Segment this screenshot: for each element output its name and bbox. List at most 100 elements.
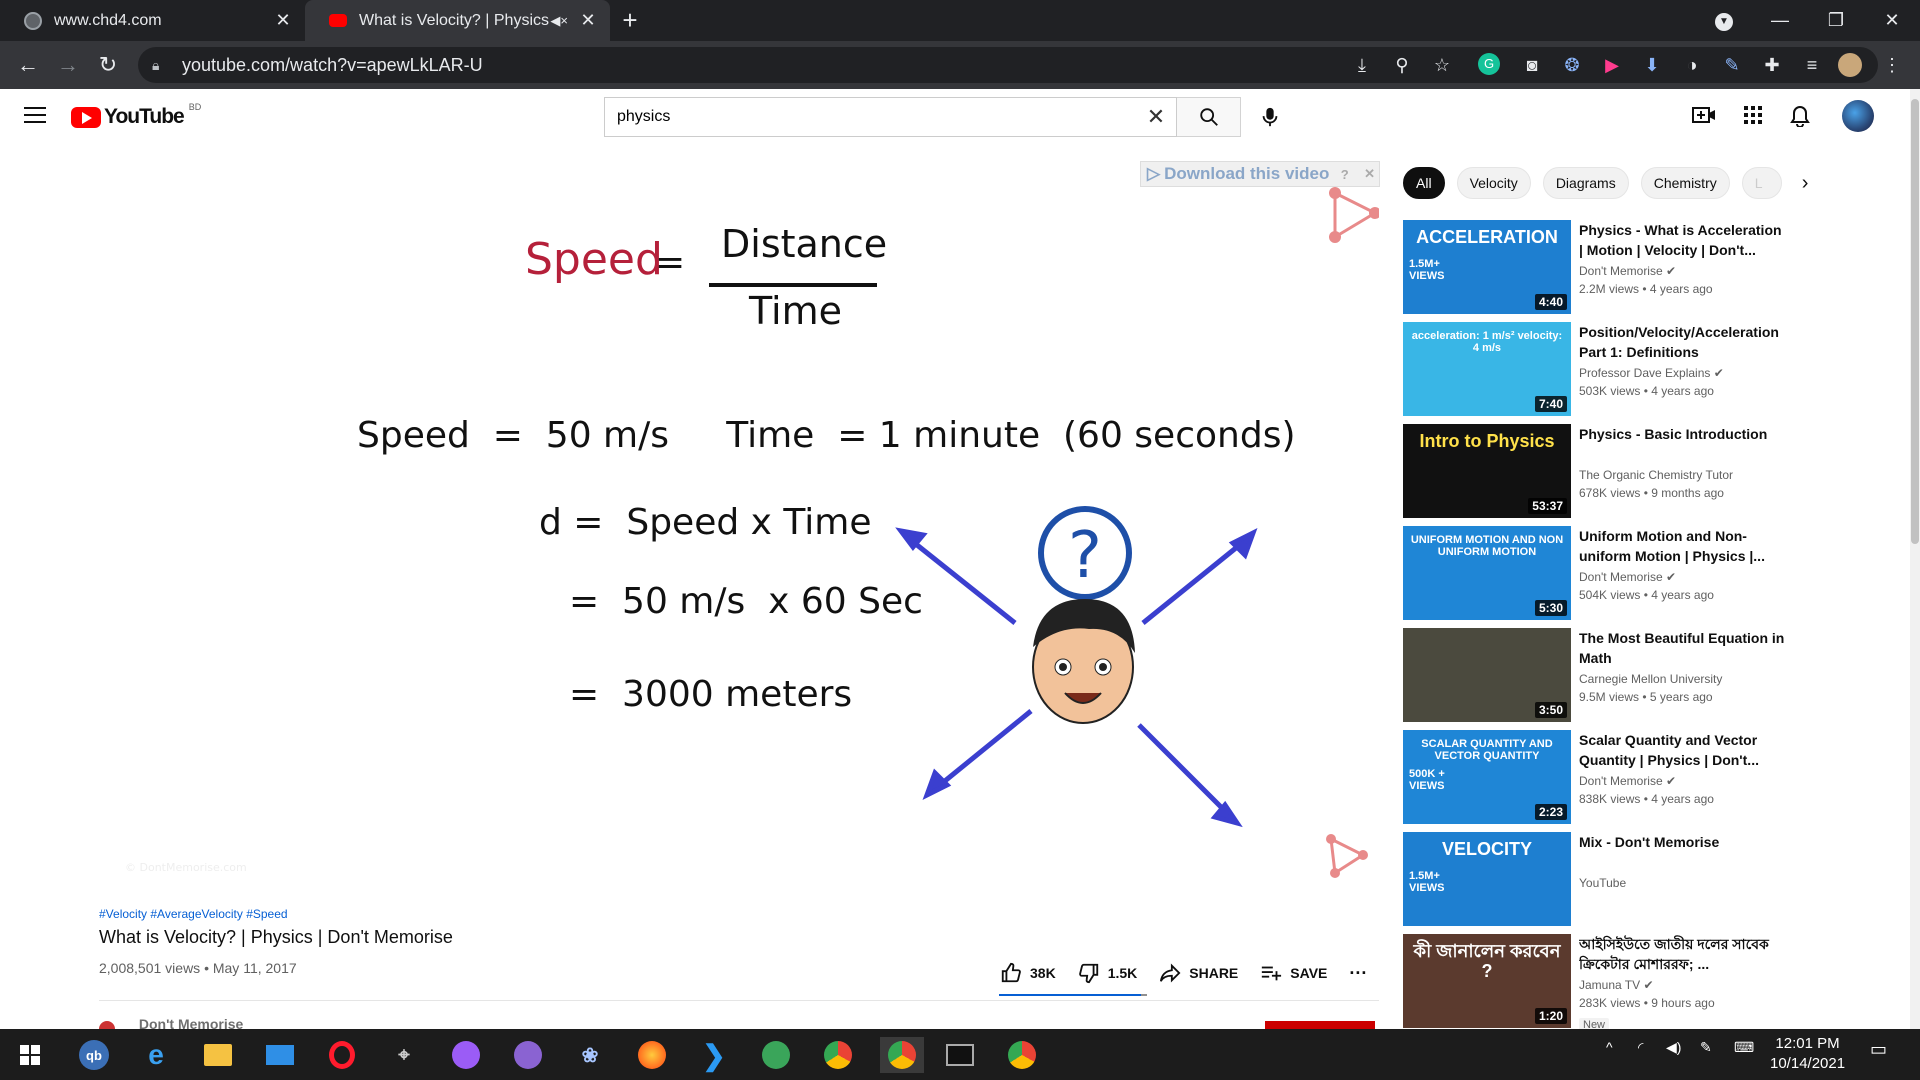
tab-chd4[interactable]: www.chd4.com ✕ xyxy=(0,0,305,41)
video-thumbnail[interactable]: কী জানালেন করবেন ? 1:20 xyxy=(1403,934,1571,1028)
notification-center-icon[interactable]: ▭ xyxy=(1870,1039,1887,1060)
restore-button[interactable]: ❐ xyxy=(1808,10,1864,31)
keyboard-icon[interactable]: ⌨ xyxy=(1734,1039,1754,1056)
chrome-menu-icon[interactable]: ⋮ xyxy=(1878,51,1906,79)
recommendation-item[interactable]: SCALAR QUANTITY AND VECTOR QUANTITY 500K … xyxy=(1403,730,1913,824)
video-player[interactable]: Speed = Distance Time Speed = 50 m/s Tim… xyxy=(99,167,1379,887)
extension-icon[interactable]: ◑ xyxy=(1678,51,1706,79)
chip-all[interactable]: All xyxy=(1403,167,1445,199)
chip-more[interactable]: L xyxy=(1741,167,1782,199)
recommendation-channel[interactable]: Jamuna TV ✔ xyxy=(1579,978,1654,992)
opera-icon[interactable] xyxy=(324,1037,360,1073)
taskbar-clock[interactable]: 12:01 PM 10/14/2021 xyxy=(1770,1034,1845,1074)
bookmark-star-icon[interactable]: ☆ xyxy=(1428,51,1456,79)
chevron-right-icon[interactable]: › xyxy=(1802,172,1809,195)
video-thumbnail[interactable]: ACCELERATION 1.5M+ VIEWS 4:40 xyxy=(1403,220,1571,314)
create-video-icon[interactable] xyxy=(1692,105,1716,131)
media-control-icon[interactable]: ≡ xyxy=(1798,51,1826,79)
satellite-app-icon[interactable]: ⌖ xyxy=(386,1037,422,1073)
apps-grid-icon[interactable] xyxy=(1743,105,1763,131)
channel-avatar[interactable] xyxy=(99,1021,115,1029)
clear-search-icon[interactable]: ✕ xyxy=(1136,104,1176,130)
help-icon[interactable]: ? xyxy=(1337,167,1353,182)
install-app-icon[interactable]: ⤓ xyxy=(1348,51,1376,79)
page-scrollbar[interactable] xyxy=(1910,89,1920,1029)
recommendation-item[interactable]: Intro to Physics 53:37 Physics - Basic Int… xyxy=(1403,424,1913,518)
qbittorrent-icon[interactable]: qb xyxy=(76,1037,112,1073)
pen-icon[interactable]: ✎ xyxy=(1700,1039,1712,1056)
zoom-icon[interactable]: ⚲ xyxy=(1388,51,1416,79)
chrome-icon[interactable] xyxy=(820,1037,856,1073)
start-button[interactable] xyxy=(12,1037,48,1073)
grammarly-extension-icon[interactable]: G xyxy=(1478,53,1500,75)
youtube-logo[interactable]: YouTube BD xyxy=(71,102,201,129)
extension-icon[interactable]: ❂ xyxy=(1558,51,1586,79)
chrome-profile-icon[interactable] xyxy=(880,1037,924,1073)
camera-extension-icon[interactable]: ◙ xyxy=(1518,51,1546,79)
share-button[interactable]: SHARE xyxy=(1159,962,1238,984)
speaker-muted-icon[interactable]: ◀× xyxy=(550,13,568,29)
recommendation-item[interactable]: কী জানালেন করবেন ? 1:20 আইসিইউতে জাতীয় দল… xyxy=(1403,934,1913,1032)
recommendation-title[interactable]: The Most Beautiful Equation in Math xyxy=(1579,628,1789,668)
voice-search-button[interactable] xyxy=(1250,97,1290,137)
mushroom-app-icon[interactable]: ❀ xyxy=(572,1037,608,1073)
chip-velocity[interactable]: Velocity xyxy=(1456,167,1531,199)
recommendation-title[interactable]: Physics - What is Acceleration | Motion … xyxy=(1579,220,1789,260)
like-button[interactable]: 38K xyxy=(1000,962,1056,984)
messenger-icon[interactable] xyxy=(448,1037,484,1073)
edge-icon[interactable]: e xyxy=(138,1037,174,1073)
close-tab-icon[interactable]: ✕ xyxy=(273,10,293,31)
close-tab-icon[interactable]: ✕ xyxy=(578,10,598,31)
video-thumbnail[interactable]: SCALAR QUANTITY AND VECTOR QUANTITY 500K … xyxy=(1403,730,1571,824)
chip-chemistry[interactable]: Chemistry xyxy=(1640,167,1730,199)
recommendation-item[interactable]: acceleration: 1 m/s² velocity: 4 m/s 7:40… xyxy=(1403,322,1913,416)
video-hashtags[interactable]: #Velocity #AverageVelocity #Speed xyxy=(99,907,288,921)
profile-avatar-icon[interactable] xyxy=(1838,53,1862,77)
recommendation-item[interactable]: 3:50 The Most Beautiful Equation in Math C… xyxy=(1403,628,1913,722)
chip-diagrams[interactable]: Diagrams xyxy=(1542,167,1629,199)
close-window-button[interactable]: ✕ xyxy=(1864,10,1920,31)
reload-icon[interactable]: ↻ xyxy=(88,52,128,78)
more-actions-button[interactable]: ··· xyxy=(1349,963,1367,984)
account-avatar[interactable] xyxy=(1842,100,1874,132)
tab-youtube-velocity[interactable]: What is Velocity? | Physics | D ◀× ✕ xyxy=(305,0,610,41)
download-video-banner[interactable]: ▷ Download this video ? ✕ xyxy=(1140,161,1380,187)
video-thumbnail[interactable]: VELOCITY 1.5M+ VIEWS xyxy=(1403,832,1571,926)
recommendation-title[interactable]: Uniform Motion and Non-uniform Motion | … xyxy=(1579,526,1789,566)
github-icon[interactable] xyxy=(510,1037,546,1073)
forward-icon[interactable]: → xyxy=(48,52,88,78)
recommendation-title[interactable]: আইসিইউতে জাতীয় দলের সাবেক ক্রিকেটার মোশ… xyxy=(1579,934,1789,974)
search-button[interactable] xyxy=(1177,97,1241,137)
recommendation-title[interactable]: Scalar Quantity and Vector Quantity | Ph… xyxy=(1579,730,1789,770)
recommendation-channel[interactable]: YouTube xyxy=(1579,876,1626,890)
show-hidden-icons[interactable]: ^ xyxy=(1606,1039,1613,1055)
recommendation-item[interactable]: VELOCITY 1.5M+ VIEWS Mix - Don't Memorise Y… xyxy=(1403,832,1913,926)
recommendation-channel[interactable]: Don't Memorise ✔ xyxy=(1579,570,1676,584)
recommendation-title[interactable]: Mix - Don't Memorise xyxy=(1579,832,1789,852)
recommendation-item[interactable]: ACCELERATION 1.5M+ VIEWS 4:40 Physics - Wha… xyxy=(1403,220,1913,314)
save-button[interactable]: SAVE xyxy=(1260,962,1327,984)
recommendation-title[interactable]: Physics - Basic Introduction xyxy=(1579,424,1789,444)
firefox-icon[interactable] xyxy=(634,1037,670,1073)
recommendation-item[interactable]: UNIFORM MOTION AND NON UNIFORM MOTION 5:3… xyxy=(1403,526,1913,620)
volume-icon[interactable]: ◀) xyxy=(1666,1039,1681,1056)
file-explorer-icon[interactable] xyxy=(200,1037,236,1073)
download-extension-icon[interactable]: ⬇ xyxy=(1638,51,1666,79)
recommendation-channel[interactable]: The Organic Chemistry Tutor xyxy=(1579,468,1733,482)
back-icon[interactable]: ← xyxy=(8,52,48,78)
terminal-icon[interactable] xyxy=(942,1037,978,1073)
recommendation-channel[interactable]: Professor Dave Explains ✔ xyxy=(1579,366,1724,380)
network-icon[interactable]: ◜ xyxy=(1638,1039,1643,1056)
recommendation-title[interactable]: Position/Velocity/Acceleration Part 1: D… xyxy=(1579,322,1789,362)
globe-app-icon[interactable] xyxy=(758,1037,794,1073)
extension-icon[interactable]: ▶ xyxy=(1598,51,1626,79)
pen-extension-icon[interactable]: ✎ xyxy=(1718,51,1746,79)
notifications-bell-icon[interactable] xyxy=(1790,105,1810,133)
recommendation-channel[interactable]: Carnegie Mellon University xyxy=(1579,672,1722,686)
video-thumbnail[interactable]: 3:50 xyxy=(1403,628,1571,722)
new-tab-button[interactable]: + xyxy=(610,0,650,41)
menu-icon[interactable] xyxy=(24,107,46,125)
video-thumbnail[interactable]: acceleration: 1 m/s² velocity: 4 m/s 7:40 xyxy=(1403,322,1571,416)
recommendation-channel[interactable]: Don't Memorise ✔ xyxy=(1579,264,1676,278)
mail-icon[interactable] xyxy=(262,1037,298,1073)
